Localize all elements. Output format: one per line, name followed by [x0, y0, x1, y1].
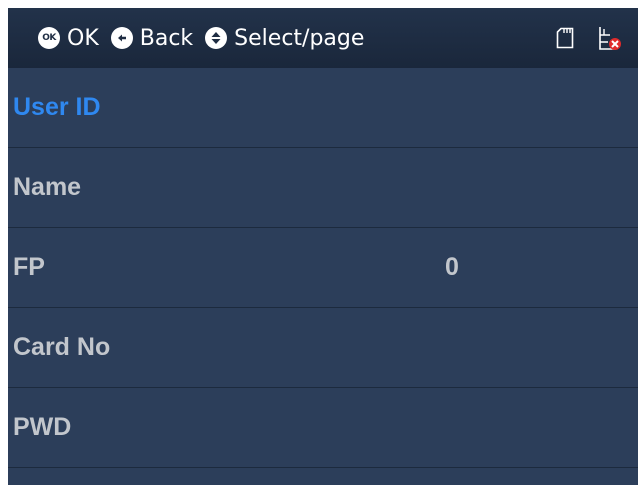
header-bar: OK OK Back Select/page: [8, 8, 638, 68]
status-icons: [556, 25, 622, 51]
field-label: FP: [13, 253, 45, 281]
field-label: Card No: [13, 333, 111, 361]
field-row-card-no[interactable]: Card No: [8, 308, 638, 388]
user-field-list: User ID Name FP 0 Card No PWD: [8, 68, 638, 468]
select-hint: Select/page: [205, 26, 364, 51]
field-label: User ID: [13, 93, 101, 121]
select-hint-label: Select/page: [234, 25, 365, 51]
ok-hint-label: OK: [67, 25, 99, 51]
field-label: PWD: [13, 413, 72, 441]
field-row-fp[interactable]: FP 0: [8, 228, 638, 308]
network-disconnected-icon: [596, 25, 622, 51]
field-row-name[interactable]: Name: [8, 148, 638, 228]
back-hint-label: Back: [139, 25, 194, 51]
field-label: Name: [13, 173, 82, 201]
up-down-icon: [205, 27, 228, 49]
field-value: 0: [445, 253, 459, 281]
ok-hint: OK OK: [38, 26, 99, 51]
ok-button-icon: OK: [38, 27, 60, 49]
back-hint: Back: [110, 25, 194, 51]
field-row-user-id[interactable]: User ID: [8, 68, 638, 148]
sd-card-icon: [556, 27, 574, 49]
field-row-pwd[interactable]: PWD: [8, 388, 638, 468]
device-screen: OK OK Back Select/page User ID Name FP 0…: [8, 8, 638, 485]
back-arrow-icon: [110, 27, 133, 49]
